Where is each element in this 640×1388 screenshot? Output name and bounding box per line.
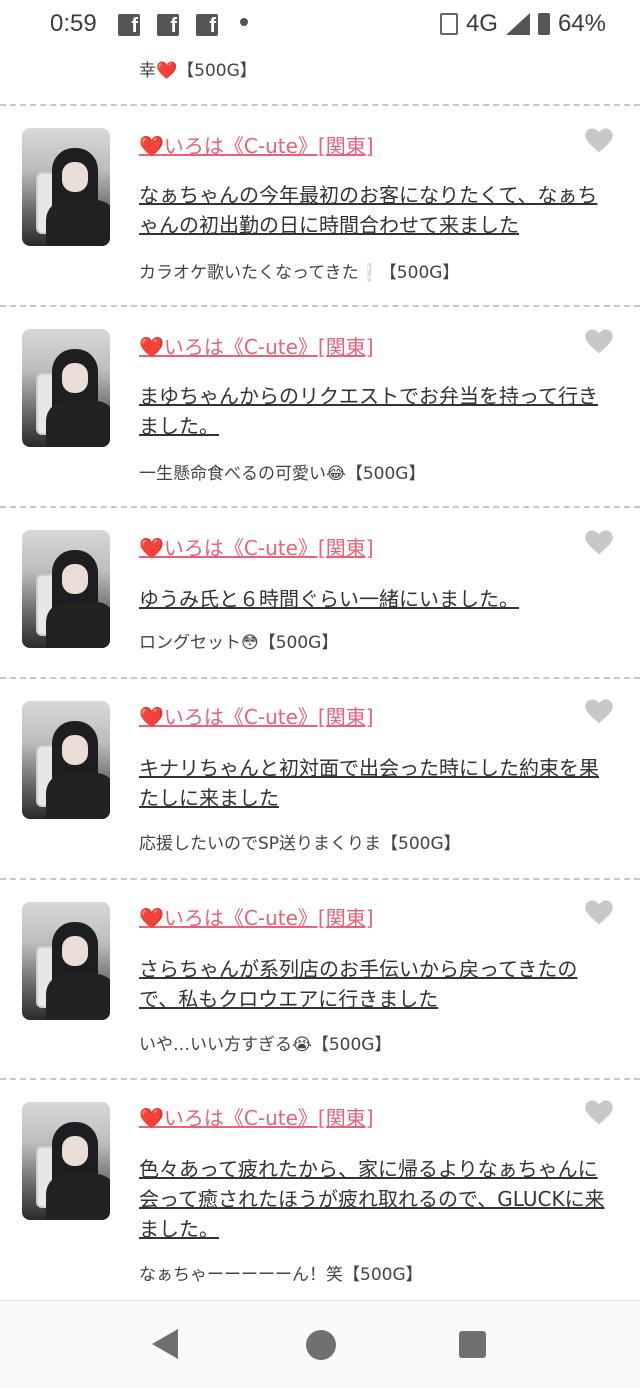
avatar[interactable]: [22, 530, 110, 648]
nfc-icon: [439, 13, 458, 35]
facebook-notification-icon: f: [157, 14, 179, 37]
divider: [0, 1078, 640, 1080]
status-right-group: 4G 64%: [439, 10, 606, 38]
facebook-notification-icon: f: [118, 14, 140, 37]
user-name-link[interactable]: ❤️いろは《C-ute》[関東]: [139, 902, 374, 931]
status-time: 0:59: [50, 10, 97, 37]
entry-comment: 一生懸命食べるの可愛い😂【500G】: [139, 464, 426, 484]
back-icon[interactable]: [152, 1329, 178, 1359]
avatar[interactable]: [22, 329, 110, 447]
battery-percent: 64%: [557, 10, 606, 37]
heart-icon[interactable]: [584, 898, 614, 928]
divider: [0, 878, 640, 880]
divider: [0, 305, 640, 307]
entry-comment: カラオケ歌いたくなってきた❕【500G】: [139, 263, 460, 283]
entry-message[interactable]: 色々あって疲れたから、家に帰るよりなぁちゃんに会って癒されたほうが疲れ取れるので…: [139, 1154, 609, 1244]
entry-message[interactable]: まゆちゃんからのリクエストでお弁当を持って行きました。: [139, 381, 609, 441]
facebook-notification-icon: f: [196, 14, 218, 37]
entry-message[interactable]: さらちゃんが系列店のお手伝いから戻ってきたので、私もクロウエアに行きました: [139, 954, 609, 1014]
entry-message[interactable]: なぁちゃんの今年最初のお客になりたくて、なぁちゃんの初出勤の日に時間合わせて来ま…: [139, 180, 609, 240]
entry-comment: 応援したいのでSP送りまくりま【500G】: [139, 834, 461, 854]
home-icon[interactable]: [306, 1330, 336, 1360]
heart-icon[interactable]: [584, 1098, 614, 1128]
entry-message[interactable]: キナリちゃんと初対面で出会った時にした約束を果たしに来ました: [139, 753, 609, 813]
divider: [0, 104, 640, 106]
avatar[interactable]: [22, 1102, 110, 1220]
system-nav-bar: [0, 1300, 640, 1388]
heart-icon[interactable]: [584, 697, 614, 727]
partial-entry-comment: 幸❤️【500G】: [139, 61, 257, 81]
heart-icon[interactable]: [584, 126, 614, 156]
entry-comment: ロングセット😳【500G】: [139, 633, 339, 653]
heart-icon[interactable]: [584, 327, 614, 357]
user-name-link[interactable]: ❤️いろは《C-ute》[関東]: [139, 701, 374, 730]
network-type: 4G: [465, 10, 498, 37]
entry-message[interactable]: ゆうみ氏と６時間ぐらい一緒にいました。: [139, 584, 609, 614]
more-notifications-dot-icon: [240, 18, 248, 26]
avatar[interactable]: [22, 701, 110, 819]
entry-comment: なぁちゃーーーーーん！笑【500G】: [139, 1265, 423, 1285]
heart-icon[interactable]: [584, 528, 614, 558]
user-name-link[interactable]: ❤️いろは《C-ute》[関東]: [139, 130, 374, 159]
user-name-link[interactable]: ❤️いろは《C-ute》[関東]: [139, 331, 374, 360]
avatar[interactable]: [22, 128, 110, 246]
user-name-link[interactable]: ❤️いろは《C-ute》[関東]: [139, 532, 374, 561]
recents-icon[interactable]: [459, 1331, 486, 1358]
status-bar: 0:59 f f f 4G 64%: [0, 0, 640, 52]
user-name-link[interactable]: ❤️いろは《C-ute》[関東]: [139, 1102, 374, 1131]
divider: [0, 506, 640, 508]
battery-icon: [537, 13, 550, 35]
avatar[interactable]: [22, 902, 110, 1020]
divider: [0, 677, 640, 679]
entry-comment: いや…いい方すぎる😭【500G】: [139, 1035, 392, 1055]
signal-icon: [505, 13, 530, 35]
